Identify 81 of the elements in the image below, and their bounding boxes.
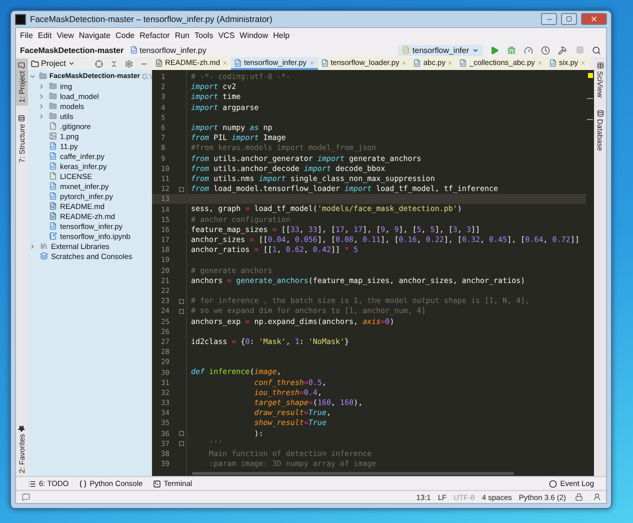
python-file-icon — [413, 58, 422, 66]
menu-item[interactable]: Code — [115, 31, 135, 40]
menu-item[interactable]: Edit — [38, 31, 52, 40]
lock-icon[interactable] — [573, 492, 584, 502]
run-icon[interactable] — [489, 44, 500, 56]
close-icon — [590, 15, 598, 23]
terminal-icon — [152, 480, 161, 488]
close-icon[interactable] — [222, 60, 228, 66]
python-file-icon — [130, 46, 138, 54]
horizontal-scrollbar[interactable] — [192, 472, 514, 475]
python-file-icon — [47, 190, 58, 202]
circle-icon — [549, 480, 558, 488]
menu-item[interactable]: Window — [240, 31, 268, 40]
caret-icon — [472, 46, 479, 54]
person-icon[interactable] — [591, 492, 602, 502]
python-file-icon — [548, 58, 557, 66]
maximize-icon — [566, 16, 572, 22]
message-icon[interactable] — [20, 492, 31, 502]
debug-icon[interactable] — [506, 44, 517, 56]
file-icon — [47, 120, 58, 132]
menu-item[interactable]: Refactor — [140, 31, 170, 40]
python-file-icon — [47, 160, 58, 172]
python-file-icon — [234, 58, 242, 66]
breadcrumb[interactable]: tensorflow_infer.py — [130, 46, 206, 54]
python-file-icon — [459, 58, 468, 66]
python-file-icon — [47, 180, 58, 192]
database-icon — [596, 110, 604, 117]
app-logo-icon — [15, 14, 26, 24]
close-icon[interactable] — [401, 60, 408, 66]
markdown-file-icon — [155, 58, 163, 66]
run-configuration-dropdown[interactable]: tensorflow_infer — [398, 44, 483, 56]
code-editor[interactable] — [152, 70, 594, 476]
list-icon — [28, 480, 36, 488]
folder-icon — [18, 62, 26, 69]
fold-icon[interactable] — [179, 186, 184, 192]
scroll-marker — [587, 98, 593, 99]
python-file-icon — [47, 140, 58, 152]
maximize-button[interactable] — [561, 13, 577, 25]
menu-item[interactable]: Help — [273, 31, 290, 40]
menu-item[interactable]: VCS — [218, 31, 235, 40]
settings-icon[interactable] — [123, 58, 134, 69]
console-icon — [78, 480, 87, 488]
structure-icon — [18, 114, 26, 122]
star-icon — [18, 424, 26, 432]
python-file-icon — [320, 58, 329, 66]
python-file-icon — [47, 220, 58, 232]
image-file-icon — [47, 130, 58, 142]
folder-icon — [47, 90, 58, 102]
close-icon[interactable] — [536, 60, 543, 66]
library-icon — [38, 240, 49, 252]
folder-icon — [47, 110, 58, 122]
python-file-icon — [402, 46, 410, 54]
folder-icon — [47, 80, 58, 92]
menu-item[interactable]: Tools — [194, 31, 214, 40]
profile-icon[interactable] — [540, 44, 551, 56]
close-icon[interactable] — [308, 60, 315, 66]
markdown-file-icon — [47, 210, 58, 222]
caret-icon — [68, 60, 75, 67]
close-icon[interactable] — [580, 60, 586, 66]
inspection-status-icon[interactable] — [588, 73, 592, 78]
python-file-icon — [47, 150, 58, 162]
breadcrumb[interactable]: FaceMaskDetection-master — [20, 46, 124, 54]
locate-icon[interactable] — [93, 58, 104, 69]
menu-item[interactable]: File — [20, 31, 33, 40]
folder-icon — [38, 70, 48, 82]
close-icon[interactable] — [447, 60, 454, 66]
folder-icon — [31, 60, 39, 68]
scroll-marker — [587, 119, 593, 120]
folder-icon — [47, 100, 58, 112]
notebook-file-icon — [47, 230, 58, 242]
menu-item[interactable]: Navigate — [78, 31, 110, 40]
menu-item[interactable]: Run — [174, 31, 190, 40]
table-icon — [596, 62, 604, 69]
window-title: FaceMaskDetection-master – tensorflow_infer.py (Administrator) — [30, 14, 274, 24]
coverage-icon[interactable] — [523, 44, 534, 56]
menu-item[interactable]: View — [56, 31, 74, 40]
search-icon[interactable] — [591, 44, 602, 56]
scratches-icon — [38, 250, 49, 262]
file-icon — [47, 170, 58, 182]
build-icon[interactable] — [557, 44, 568, 56]
markdown-file-icon — [47, 200, 58, 212]
